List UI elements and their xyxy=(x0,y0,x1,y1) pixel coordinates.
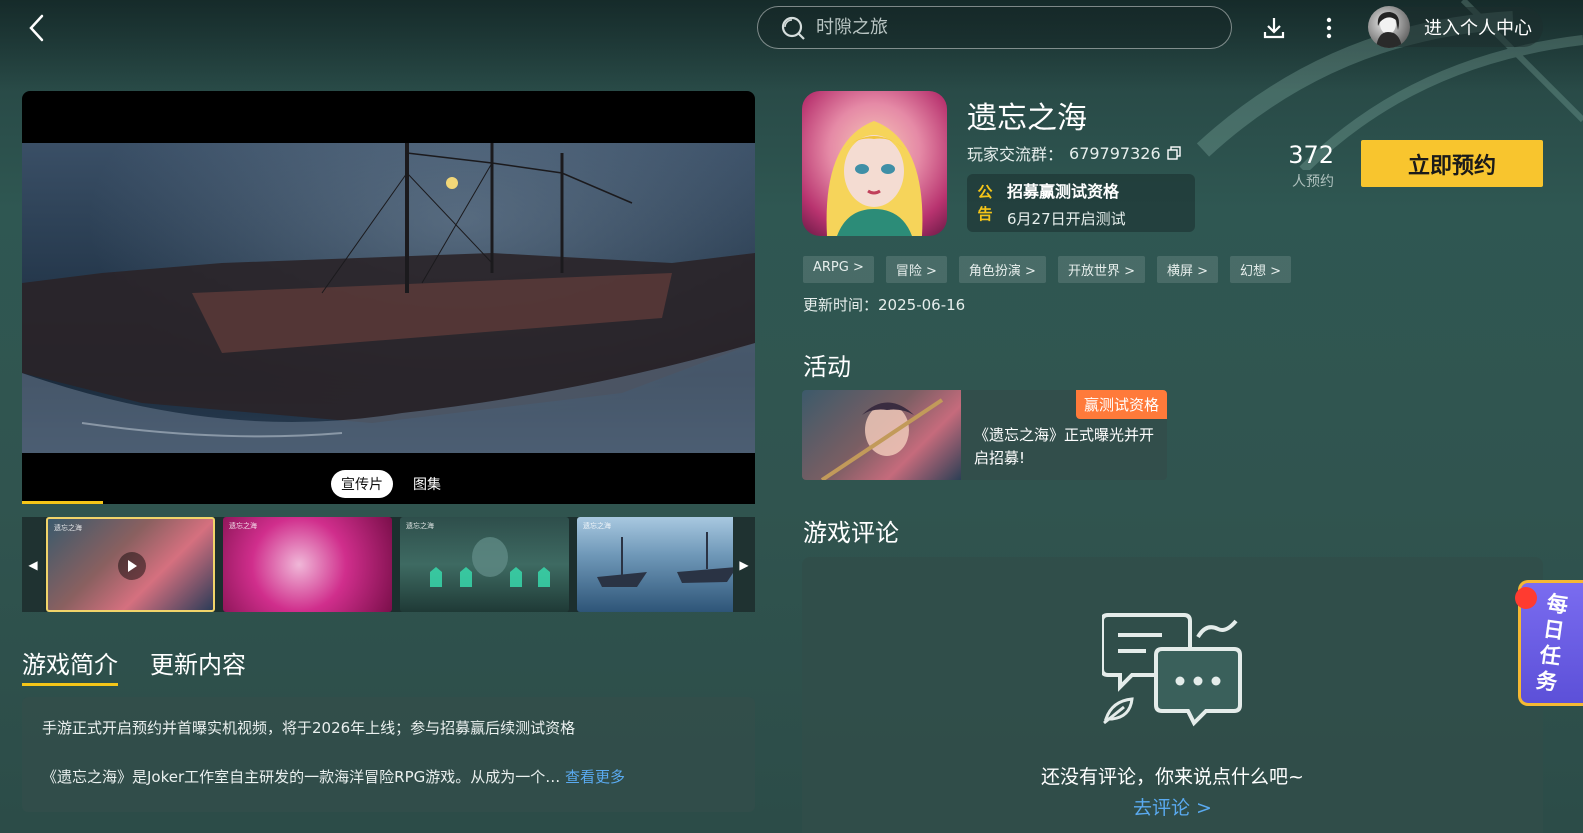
thumbnail-3[interactable]: 遗忘之海 xyxy=(400,517,569,612)
thumbnail-watermark: 遗忘之海 xyxy=(54,524,82,532)
tag-rpg[interactable]: 角色扮演 > xyxy=(958,256,1046,283)
view-more-link[interactable]: 查看更多 xyxy=(565,768,625,786)
reservation-count-label: 人预约 xyxy=(1292,174,1334,190)
tag-open-world[interactable]: 开放世界 > xyxy=(1057,256,1145,283)
copy-icon[interactable] xyxy=(1166,146,1181,160)
go-comment-link[interactable]: 去评论 > xyxy=(802,793,1543,820)
update-time-label: 更新时间： xyxy=(803,296,879,314)
update-time-date: 2025-06-16 xyxy=(878,296,966,314)
tag-arpg[interactable]: ARPG > xyxy=(803,256,874,283)
genre-tags: ARPG > 冒险 > 角色扮演 > 开放世界 > 横屏 > 幻想 > xyxy=(803,256,1292,283)
download-icon[interactable] xyxy=(1260,14,1288,42)
player-group-label: 玩家交流群： xyxy=(967,145,1064,164)
update-time: 更新时间：2025-06-16 xyxy=(803,294,965,315)
comments-panel: 还没有评论，你来说点什么吧~ 去评论 > xyxy=(802,557,1543,833)
tag-landscape[interactable]: 横屏 > xyxy=(1156,256,1218,283)
intro-line-2-text: 《遗忘之海》是Joker工作室自主研发的一款海洋冒险RPG游戏。从成为一个… xyxy=(42,768,561,786)
tag-fantasy[interactable]: 幻想 > xyxy=(1230,256,1292,283)
intro-tabs: 游戏简介 更新内容 xyxy=(22,645,246,686)
video-player[interactable] xyxy=(22,91,755,504)
thumbnail-4[interactable]: 遗忘之海 xyxy=(577,517,746,612)
game-icon xyxy=(802,91,947,236)
intro-line-1: 手游正式开启预约并首曝实机视频，将于2026年上线；参与招募赢后续测试资格 xyxy=(42,719,576,737)
back-arrow-icon[interactable] xyxy=(22,12,54,44)
intro-line-2: 《遗忘之海》是Joker工作室自主研发的一款海洋冒险RPG游戏。从成为一个… 查… xyxy=(42,766,735,787)
video-progress-bar[interactable] xyxy=(22,501,103,504)
reservation-count: 372 人预约 xyxy=(1270,141,1334,191)
media-tab-gallery[interactable]: 图集 xyxy=(403,470,451,498)
player-group-number: 679797326 xyxy=(1069,143,1161,163)
comments-section-title: 游戏评论 xyxy=(803,519,899,547)
avatar xyxy=(1368,6,1410,48)
tab-update-content[interactable]: 更新内容 xyxy=(150,645,246,686)
profile-center-label: 进入个人中心 xyxy=(1424,18,1532,39)
daily-task-button[interactable]: 每日任务 xyxy=(1515,580,1583,706)
activity-card[interactable]: 赢测试资格 《遗忘之海》正式曝光并开启招募! xyxy=(802,390,1167,480)
reservation-count-number: 372 xyxy=(1288,141,1334,169)
tab-game-intro[interactable]: 游戏简介 xyxy=(22,645,118,686)
announcement-tag: 公告 xyxy=(977,183,993,223)
reserve-now-button[interactable]: 立即预约 xyxy=(1361,140,1543,187)
intro-content: 手游正式开启预约并首曝实机视频，将于2026年上线；参与招募赢后续测试资格 《遗… xyxy=(22,697,755,812)
play-icon xyxy=(118,552,146,580)
thumbnail-2[interactable]: 遗忘之海 xyxy=(223,517,392,612)
thumbnail-watermark: 遗忘之海 xyxy=(229,522,257,530)
daily-task-label: 每日任务 xyxy=(1534,591,1570,695)
empty-comments-icon xyxy=(1102,613,1242,727)
player-group: 玩家交流群： 679797326 xyxy=(967,141,1181,165)
more-options-icon[interactable] xyxy=(1318,14,1340,42)
thumbnail-1[interactable]: 遗忘之海 xyxy=(46,517,215,612)
activity-description: 《遗忘之海》正式曝光并开启招募! xyxy=(974,426,1155,467)
media-tab-trailer[interactable]: 宣传片 xyxy=(331,470,393,498)
search-icon xyxy=(781,16,805,40)
media-tabs: 宣传片 图集 xyxy=(331,470,451,498)
profile-center-button[interactable]: 进入个人中心 xyxy=(1368,6,1543,48)
notification-dot xyxy=(1515,587,1537,609)
thumb-prev-arrow[interactable]: ◀ xyxy=(22,517,44,612)
game-title: 遗忘之海 xyxy=(967,101,1087,136)
search-bar[interactable] xyxy=(757,6,1232,49)
activity-section-title: 活动 xyxy=(803,353,851,381)
tag-adventure[interactable]: 冒险 > xyxy=(885,256,947,283)
announcement-card[interactable]: 公告 招募赢测试资格 6月27日开启测试 xyxy=(967,174,1195,232)
search-input[interactable] xyxy=(816,17,1196,38)
thumb-next-arrow[interactable]: ▶ xyxy=(733,517,755,612)
activity-badge: 赢测试资格 xyxy=(1075,390,1167,419)
thumbnail-strip: ◀ 遗忘之海 遗忘之海 遗忘之海 遗忘之海 ▶ xyxy=(22,517,755,612)
announcement-subtitle: 6月27日开启测试 xyxy=(1007,209,1126,228)
empty-comments-text: 还没有评论，你来说点什么吧~ xyxy=(1041,766,1304,788)
video-frame xyxy=(22,143,755,453)
announcement-title: 招募赢测试资格 xyxy=(1007,181,1120,201)
activity-image xyxy=(802,390,961,480)
